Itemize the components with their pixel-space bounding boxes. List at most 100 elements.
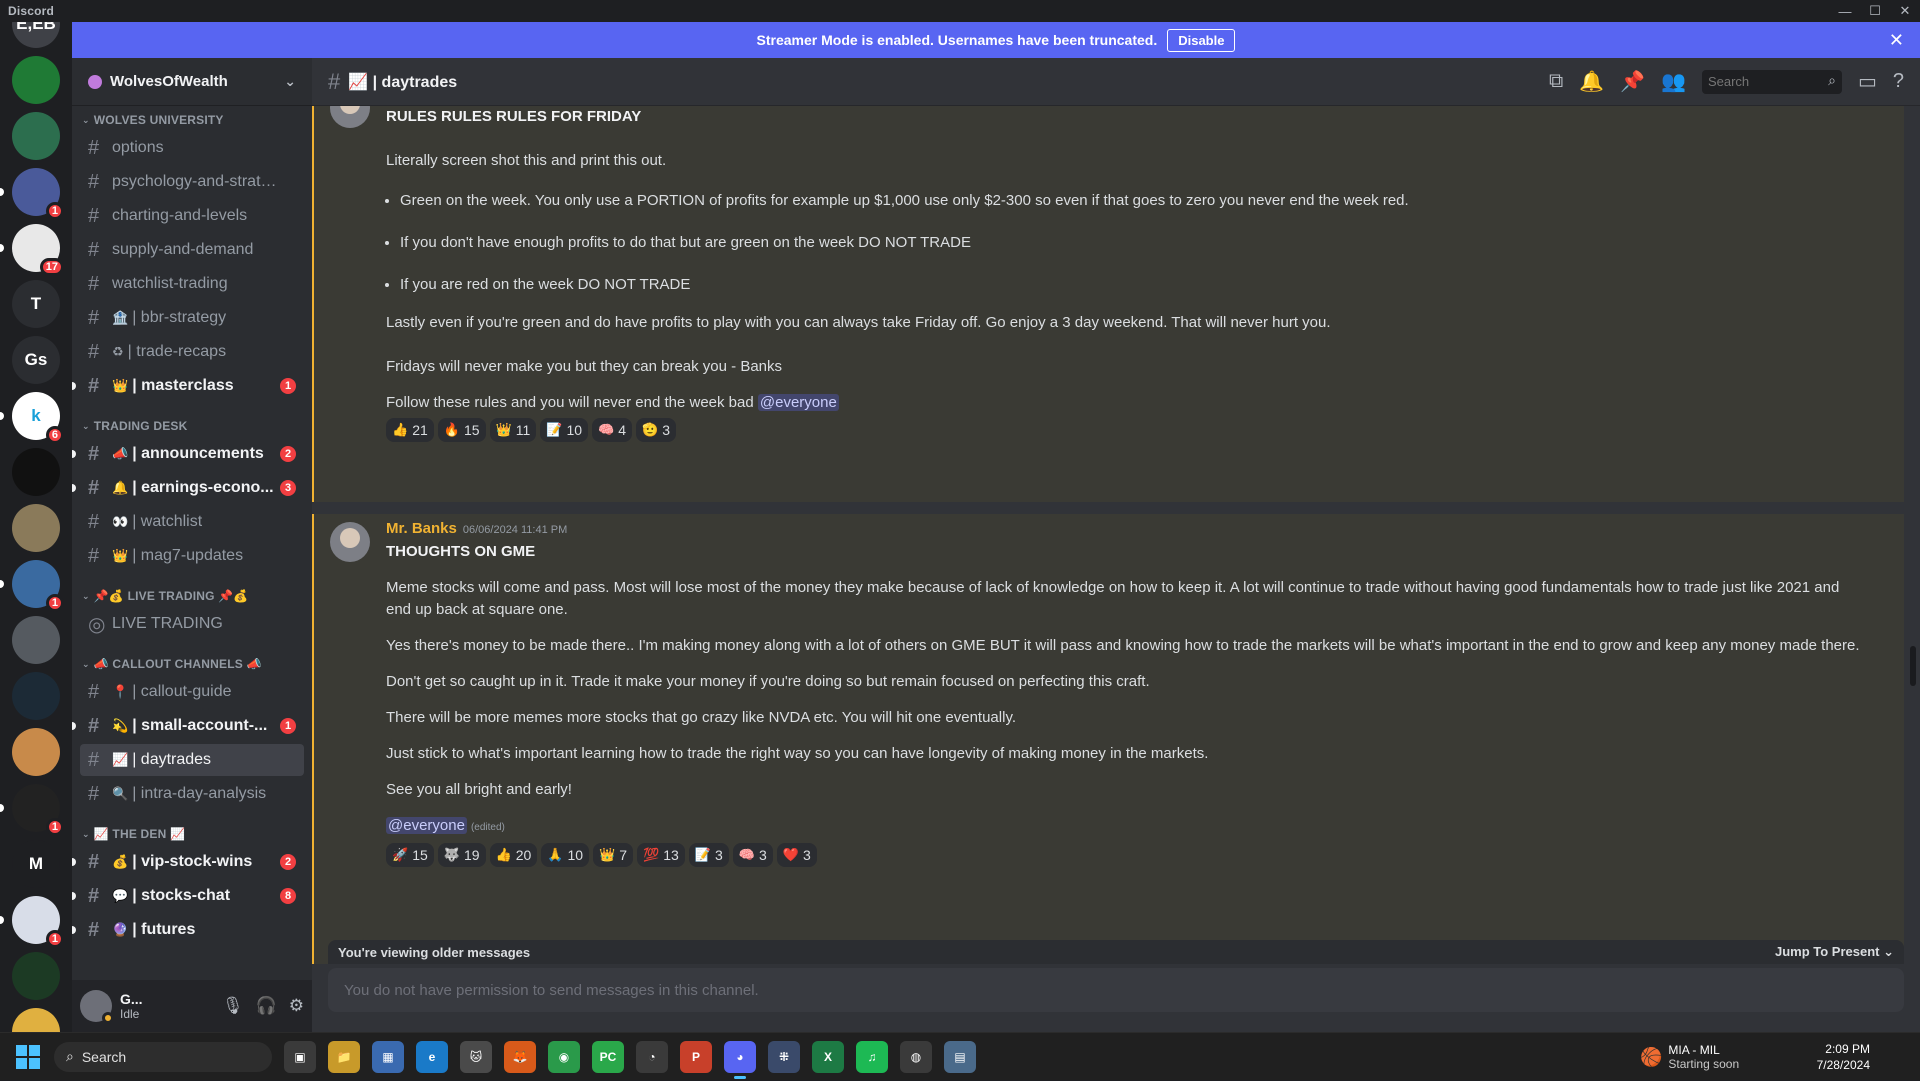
server-icon[interactable] — [12, 1008, 60, 1032]
reaction-chip[interactable]: ❤️ 3 — [776, 843, 817, 867]
server-icon[interactable]: E,EB — [12, 22, 60, 48]
channel-item[interactable]: # watchlist-trading — [80, 268, 304, 300]
channel-item[interactable]: # 💫 | small-account-... 1 — [72, 710, 304, 742]
taskbar-app-icon[interactable]: ◕ — [724, 1040, 756, 1079]
channel-item[interactable]: # 🏦 | bbr-strategy — [80, 302, 304, 334]
inbox-icon[interactable]: ▭ — [1858, 69, 1877, 94]
avatar[interactable] — [80, 990, 114, 1024]
windows-start-button[interactable] — [16, 1044, 40, 1069]
taskbar-app-icon[interactable]: ⁜ — [768, 1040, 800, 1073]
taskbar-clock[interactable]: 2:09 PM 7/28/2024 — [1817, 1041, 1870, 1073]
taskbar-app-icon[interactable]: ◉ — [548, 1040, 580, 1073]
channel-item[interactable]: # options — [80, 132, 304, 164]
reaction-chip[interactable]: 📝 3 — [688, 843, 729, 867]
taskbar-app-icon[interactable]: ▤ — [944, 1040, 976, 1073]
server-icon[interactable]: 17 — [12, 224, 64, 276]
server-icon[interactable]: Gs — [12, 336, 60, 384]
server-icon[interactable] — [12, 952, 60, 1000]
reaction-chip[interactable]: 👑 7 — [593, 843, 634, 867]
reaction-chip[interactable]: 🐺 19 — [437, 843, 486, 867]
author-avatar[interactable] — [330, 522, 370, 562]
reaction-chip[interactable]: 📝 10 — [540, 418, 589, 442]
channel-item[interactable]: # charting-and-levels — [80, 200, 304, 232]
channel-category[interactable]: ⌄ 📣 CALLOUT CHANNELS 📣 — [80, 654, 312, 674]
author-avatar[interactable] — [330, 106, 370, 128]
server-icon[interactable] — [12, 728, 60, 776]
minimize-button[interactable]: — — [1830, 0, 1860, 22]
taskbar-app-icon[interactable]: ▣ — [284, 1040, 316, 1073]
channel-item[interactable]: # 🔮 | futures — [72, 914, 304, 946]
server-icon[interactable] — [12, 112, 60, 160]
taskbar-app-icon[interactable]: X — [812, 1040, 844, 1073]
taskbar-app-icon[interactable]: ◍ — [900, 1040, 932, 1073]
reaction-chip[interactable]: 👍 21 — [386, 418, 434, 442]
reaction-chip[interactable]: 🙏 10 — [541, 843, 590, 867]
microphone-icon[interactable]: 🎙 — [222, 996, 244, 1016]
channel-item[interactable]: # supply-and-demand — [80, 234, 304, 266]
banner-close-icon[interactable]: ✕ — [1889, 30, 1904, 51]
author-name[interactable]: Mr. Banks — [386, 520, 457, 537]
everyone-mention[interactable]: @everyone — [757, 394, 839, 411]
channel-item[interactable]: # ♻ | trade-recaps — [80, 336, 304, 368]
close-window-button[interactable]: ✕ — [1890, 0, 1920, 22]
channel-item[interactable]: ◎ LIVE TRADING — [80, 608, 304, 640]
taskbar-search[interactable]: ⌕ Search — [54, 1041, 272, 1072]
server-icon[interactable] — [12, 672, 60, 720]
reaction-chip[interactable]: 👑 11 — [489, 418, 537, 442]
help-icon[interactable]: ? — [1893, 70, 1904, 93]
channel-item[interactable]: # 🔔 | earnings-econo... 3 — [72, 472, 304, 504]
channel-item[interactable]: # 📣 | announcements 2 — [72, 438, 304, 470]
channel-category[interactable]: ⌄ 📌💰 LIVE TRADING 📌💰 — [80, 586, 312, 606]
taskbar-app-icon[interactable]: 🦊 — [504, 1040, 536, 1073]
server-icon[interactable]: 1 — [12, 560, 64, 612]
taskbar-app-icon[interactable]: ▦ — [372, 1040, 404, 1073]
pin-icon[interactable]: 📌 — [1620, 69, 1645, 94]
server-icon[interactable]: k6 — [12, 392, 64, 444]
taskbar-app-icon[interactable]: 🐱 — [460, 1040, 492, 1073]
server-icon[interactable]: M — [12, 840, 60, 888]
channel-item[interactable]: # 👑 | masterclass 1 — [72, 370, 304, 402]
taskbar-app-icon[interactable]: 📁 — [328, 1040, 360, 1073]
channel-item[interactable]: # 👑 | mag7-updates — [80, 540, 304, 572]
server-icon[interactable]: 1 — [12, 784, 64, 836]
channel-item[interactable]: # 📍 | callout-guide — [80, 676, 304, 708]
maximize-button[interactable]: ☐ — [1860, 0, 1890, 22]
reaction-chip[interactable]: 🧠 3 — [732, 843, 773, 867]
channel-category[interactable]: ⌄ WOLVES UNIVERSITY — [80, 110, 312, 130]
threads-icon[interactable]: ⧉ — [1549, 70, 1563, 93]
reaction-chip[interactable]: 🔥 15 — [437, 418, 486, 442]
server-icon[interactable]: 1 — [12, 896, 64, 948]
taskbar-app-icon[interactable]: ♫ — [856, 1040, 888, 1073]
channel-item[interactable]: # 💬 | stocks-chat 8 — [72, 880, 304, 912]
reaction-chip[interactable]: 💯 13 — [637, 843, 685, 867]
channel-item[interactable]: # 💰 | vip-stock-wins 2 — [72, 846, 304, 878]
channel-category[interactable]: ⌄ 📈 THE DEN 📈 — [80, 824, 312, 844]
reaction-chip[interactable]: 👍 20 — [489, 843, 538, 867]
disable-streamer-mode-button[interactable]: Disable — [1167, 28, 1236, 52]
taskbar-app-icon[interactable]: ◔ — [636, 1040, 668, 1073]
headphones-icon[interactable]: 🎧 — [256, 996, 277, 1016]
reaction-chip[interactable]: 🫡 3 — [636, 418, 676, 442]
search-input[interactable] — [1701, 69, 1842, 94]
channel-item[interactable]: # 👀 | watchlist — [80, 506, 304, 538]
channel-item[interactable]: # 📈 | daytrades — [80, 744, 304, 776]
member-list-icon[interactable]: 👥 — [1661, 69, 1686, 94]
gear-icon[interactable]: ⚙ — [289, 996, 304, 1016]
reaction-chip[interactable]: 🧠 4 — [592, 418, 633, 442]
server-icon[interactable] — [12, 56, 60, 104]
server-icon[interactable]: 1 — [12, 168, 64, 220]
everyone-mention[interactable]: @everyone — [386, 817, 467, 834]
channel-item[interactable]: # psychology-and-strategi... — [80, 166, 304, 198]
channel-item[interactable]: # 🔍 | intra-day-analysis — [80, 778, 304, 810]
reaction-chip[interactable]: 🚀 15 — [386, 843, 434, 867]
user-info[interactable]: G... Idle — [120, 991, 143, 1021]
server-icon[interactable] — [12, 616, 60, 664]
server-icon[interactable]: T — [12, 280, 60, 328]
guild-header[interactable]: WolvesOfWealth ⌄ — [72, 58, 312, 106]
taskbar-app-icon[interactable]: e — [416, 1040, 448, 1073]
bell-icon[interactable]: 🔔 — [1579, 69, 1604, 94]
taskbar-widget[interactable]: 🏀 MIA - MIL Starting soon — [1640, 1033, 1739, 1081]
channel-category[interactable]: ⌄ TRADING DESK — [80, 416, 312, 436]
scrollbar[interactable] — [1910, 646, 1916, 686]
taskbar-app-icon[interactable]: P — [680, 1040, 712, 1073]
